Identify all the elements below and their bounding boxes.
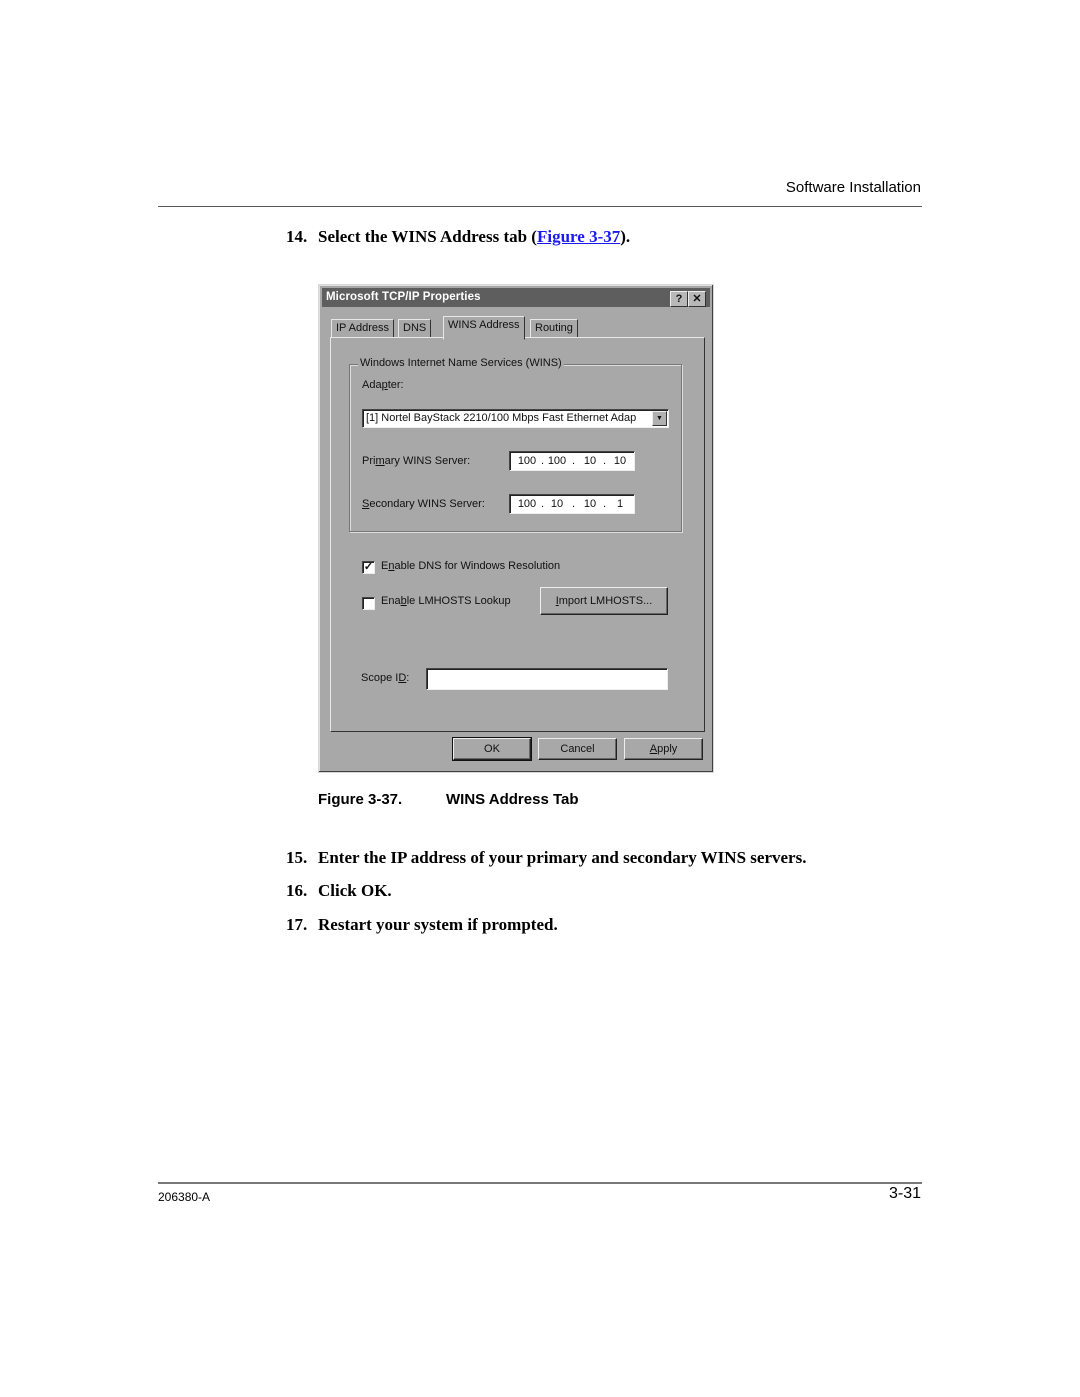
tab-ip-address[interactable]: IP Address [331, 319, 394, 338]
chevron-down-icon[interactable]: ▼ [652, 411, 667, 426]
step-16: 16. Click OK. [286, 881, 392, 901]
step-14: 14. Select the WINS Address tab (Figure 3… [286, 227, 630, 247]
step-text: Enter the IP address of your primary and… [318, 848, 807, 867]
ip-octet: 10 [583, 498, 597, 510]
header-rule [158, 206, 922, 207]
step-number: 14. [286, 227, 308, 246]
scope-id-input[interactable] [426, 668, 668, 690]
page-number: 3-31 [888, 1185, 921, 1202]
title-bar: Microsoft TCP/IP Properties ? ✕ [322, 288, 710, 307]
step-number: 15. [286, 848, 308, 867]
primary-wins-label: Primary WINS Server: [362, 455, 471, 467]
ip-octet: 10 [550, 498, 564, 510]
tab-wins-address[interactable]: WINS Address [443, 316, 525, 340]
ip-octet: 10 [613, 455, 627, 467]
step-15: 15. Enter the IP address of your primary … [286, 848, 806, 868]
step-17: 17. Restart your system if prompted. [286, 915, 558, 935]
step-number: 16. [286, 881, 308, 900]
ip-octet: 10 [583, 455, 597, 467]
ip-octet: 100 [517, 498, 537, 510]
tcpip-properties-dialog: Microsoft TCP/IP Properties ? ✕ IP Addre… [318, 284, 714, 773]
figure-caption: Figure 3-37. WINS Address Tab [318, 791, 579, 808]
wins-groupbox: Windows Internet Name Services (WINS) Ad… [349, 357, 682, 532]
dialog-title: Microsoft TCP/IP Properties [326, 291, 481, 303]
step-text-end: ). [620, 227, 631, 246]
ip-octet: 1 [616, 498, 624, 510]
apply-button[interactable]: Apply [624, 738, 703, 760]
step-text: Restart your system if prompted. [318, 915, 558, 934]
primary-wins-field[interactable]: 100 . 100 . 10 . 10 [509, 451, 635, 471]
enable-lmhosts-checkbox[interactable] [362, 597, 375, 610]
ok-button[interactable]: OK [452, 737, 532, 761]
secondary-wins-label: Secondary WINS Server: [362, 498, 485, 510]
adapter-label: Adapter: [362, 379, 404, 391]
footer-rule [158, 1182, 922, 1184]
adapter-select[interactable]: [1] Nortel BayStack 2210/100 Mbps Fast E… [362, 409, 669, 428]
step-text: Click OK. [318, 881, 392, 900]
ip-octet: 100 [517, 455, 537, 467]
figure-title: WINS Address Tab [446, 791, 579, 808]
help-icon[interactable]: ? [670, 291, 688, 307]
secondary-wins-field[interactable]: 100 . 10 . 10 . 1 [509, 494, 635, 514]
tab-routing[interactable]: Routing [530, 319, 578, 338]
document-id: 206380-A [158, 1190, 211, 1204]
enable-lmhosts-label: Enable LMHOSTS Lookup [381, 595, 511, 607]
adapter-value: [1] Nortel BayStack 2210/100 Mbps Fast E… [366, 412, 637, 424]
import-lmhosts-button[interactable]: Import LMHOSTS... [540, 587, 668, 615]
figure-number: Figure 3-37. [318, 791, 403, 808]
enable-dns-label: Enable DNS for Windows Resolution [381, 560, 561, 572]
tab-dns[interactable]: DNS [398, 319, 432, 338]
enable-dns-checkbox[interactable]: ✓ [362, 561, 375, 574]
step-text: Select the WINS Address tab ( [318, 227, 537, 246]
close-icon[interactable]: ✕ [688, 291, 706, 307]
groupbox-label: Windows Internet Name Services (WINS) [358, 357, 564, 369]
scope-id-label: Scope ID: [361, 672, 410, 684]
step-number: 17. [286, 915, 308, 934]
ip-octet: 100 [547, 455, 567, 467]
running-head: Software Installation [785, 179, 921, 196]
figure-link[interactable]: Figure 3-37 [537, 227, 620, 246]
cancel-button[interactable]: Cancel [538, 738, 617, 760]
wins-tab-panel: Windows Internet Name Services (WINS) Ad… [330, 337, 705, 732]
